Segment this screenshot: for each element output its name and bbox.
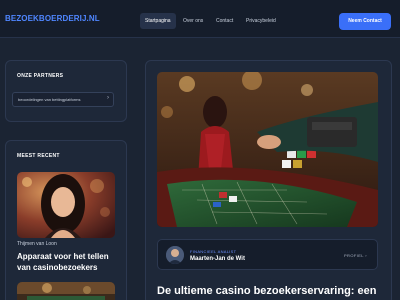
author-name: Maarten-Jan de Wit bbox=[190, 256, 245, 262]
nav-item-privacybeleid[interactable]: Privacybeleid bbox=[241, 13, 281, 29]
author-card: FINANCIEEL ANALIST Maarten-Jan de Wit PR… bbox=[157, 239, 378, 270]
recent-post-author: Thijmen van Loon bbox=[17, 241, 57, 247]
hero-image bbox=[157, 72, 378, 227]
partner-link[interactable]: beoordelingen van bettingplatforms › bbox=[12, 92, 114, 107]
portrait-illustration bbox=[17, 172, 115, 238]
avatar-illustration bbox=[166, 246, 184, 264]
nav-item-startpagina[interactable]: Startpagina bbox=[140, 13, 176, 29]
site-logo[interactable]: BEZOEKBOERDERIJ.NL bbox=[5, 14, 100, 23]
nav-item-over-ons[interactable]: Over ons bbox=[178, 13, 208, 29]
author-avatar[interactable] bbox=[166, 246, 184, 264]
recent-post-title[interactable]: Apparaat voor het tellen van casinobezoe… bbox=[17, 251, 121, 273]
recent-title: MEEST RECENT bbox=[17, 153, 60, 159]
nav-item-contact[interactable]: Contact bbox=[211, 13, 238, 29]
recent-post-image-2[interactable] bbox=[17, 282, 115, 300]
contact-button[interactable]: Neem Contact bbox=[339, 13, 391, 30]
casino-table-illustration bbox=[157, 72, 378, 227]
partner-link-label: beoordelingen van bettingplatforms bbox=[18, 97, 81, 102]
casino-thumbnail bbox=[17, 282, 115, 300]
article-title: De ultieme casino bezoekerservaring: een bbox=[157, 285, 377, 297]
profile-link[interactable]: PROFIEL › bbox=[344, 253, 367, 258]
partners-panel bbox=[5, 60, 127, 122]
chevron-right-icon: › bbox=[107, 95, 109, 101]
site-header: BEZOEKBOERDERIJ.NL Startpagina Over ons … bbox=[0, 0, 400, 38]
partners-title: ONZE PARTNERS bbox=[17, 73, 64, 79]
author-role: FINANCIEEL ANALIST bbox=[190, 249, 237, 254]
recent-post-image[interactable] bbox=[17, 172, 115, 238]
